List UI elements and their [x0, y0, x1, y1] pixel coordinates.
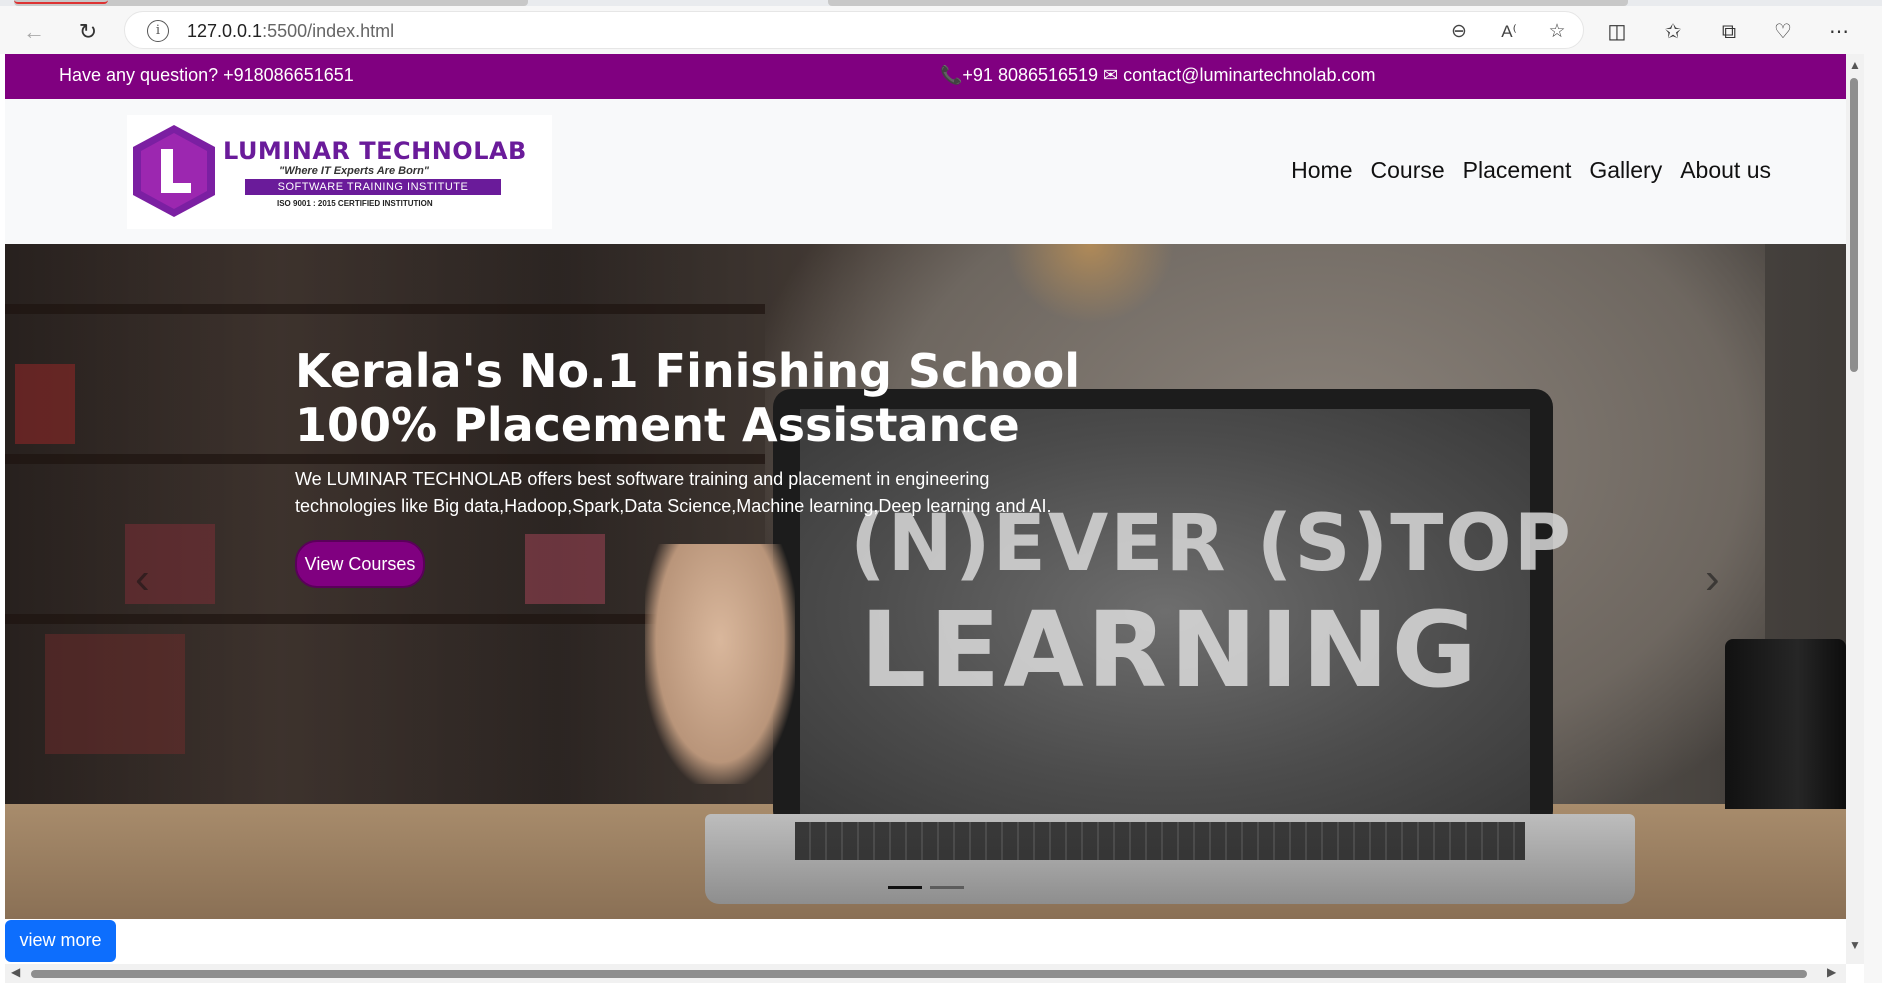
logo-band: SOFTWARE TRAINING INSTITUTE [245, 179, 501, 195]
hero-carousel: (N)EVER (S)TOP LEARNING Kerala's No.1 Fi… [5, 244, 1846, 919]
scroll-left-icon[interactable]: ◀ [11, 965, 20, 979]
url-host: 127.0.0.1 [187, 21, 263, 41]
browser-essentials-icon[interactable]: ♡ [1770, 19, 1796, 45]
browser-toolbar: ← ↻ i 127.0.0.1:5500/index.html ⊖ A⁽ ☆ ◫… [0, 6, 1882, 54]
nav-gallery[interactable]: Gallery [1589, 157, 1662, 184]
back-icon[interactable]: ← [20, 18, 48, 46]
top-contact-bar: Have any question? +918086651651 📞+91 80… [5, 54, 1846, 99]
nav-placement[interactable]: Placement [1463, 157, 1572, 184]
view-more-button[interactable]: view more [5, 920, 116, 962]
book-spines [45, 634, 185, 754]
logo-mark-icon [133, 125, 215, 217]
scroll-right-icon[interactable]: ▶ [1827, 965, 1836, 979]
view-courses-button[interactable]: View Courses [295, 540, 425, 588]
logo-tagline: "Where IT Experts Are Born" [279, 165, 429, 177]
favorites-icon[interactable]: ✩ [1660, 19, 1686, 45]
nav-course[interactable]: Course [1371, 157, 1445, 184]
laptop-keyboard [795, 822, 1525, 860]
student-hair [1005, 244, 1175, 324]
carousel-indicators [888, 886, 964, 889]
hero-title: Kerala's No.1 Finishing School 100% Plac… [295, 344, 1080, 452]
book-spines [525, 534, 605, 604]
vertical-scroll-thumb[interactable] [1850, 78, 1858, 372]
bookshelf [5, 304, 765, 314]
refresh-icon[interactable]: ↻ [74, 18, 102, 46]
address-bar[interactable]: i 127.0.0.1:5500/index.html ⊖ A⁽ ☆ [124, 11, 1584, 49]
question-phone: Have any question? +918086651651 [59, 65, 354, 85]
nav-home[interactable]: Home [1291, 157, 1352, 184]
hero-title-line1: Kerala's No.1 Finishing School [295, 344, 1081, 398]
carousel-prev-icon[interactable]: ‹ [135, 554, 150, 604]
logo-name: LUMINAR TECHNOLAB [223, 137, 527, 165]
url-path: :5500/index.html [262, 21, 395, 41]
nav-menu: Home Course Placement Gallery About us [1291, 157, 1771, 184]
url-text[interactable]: 127.0.0.1:5500/index.html [187, 21, 394, 42]
zoom-out-icon[interactable]: ⊖ [1447, 20, 1471, 44]
main-navbar: LUMINAR TECHNOLAB "Where IT Experts Are … [5, 99, 1846, 244]
collections-icon[interactable]: ⧉ [1716, 19, 1742, 45]
horizontal-scrollbar[interactable]: ◀ ▶ [5, 964, 1846, 983]
read-aloud-icon[interactable]: A⁽ [1497, 20, 1521, 44]
hero-title-line2: 100% Placement Assistance [295, 398, 1020, 452]
vertical-scrollbar[interactable]: ▲ ▼ [1846, 54, 1864, 964]
page-viewport: Have any question? +918086651651 📞+91 80… [5, 54, 1846, 964]
carousel-next-icon[interactable]: › [1705, 554, 1720, 604]
carousel-indicator-active[interactable] [888, 886, 922, 889]
student-hand [645, 544, 795, 784]
sidebar-edge [1864, 54, 1882, 983]
chalk-text-line2: LEARNING [860, 589, 1481, 711]
hero-description: We LUMINAR TECHNOLAB offers best softwar… [295, 469, 1052, 516]
contact-info[interactable]: 📞+91 8086516519 ✉ contact@luminartechnol… [940, 65, 1376, 86]
carousel-indicator[interactable] [930, 886, 964, 889]
scroll-down-icon[interactable]: ▼ [1849, 938, 1861, 952]
logo-iso: ISO 9001 : 2015 CERTIFIED INSTITUTION [277, 199, 433, 208]
nav-about-us[interactable]: About us [1680, 157, 1771, 184]
site-info-icon[interactable]: i [147, 20, 169, 42]
horizontal-scroll-thumb[interactable] [31, 970, 1807, 978]
coffee-cup [1725, 639, 1846, 809]
favorite-star-icon[interactable]: ☆ [1545, 20, 1569, 44]
tab-indicator [14, 0, 108, 4]
scroll-up-icon[interactable]: ▲ [1849, 58, 1861, 72]
more-menu-icon[interactable]: ⋯ [1826, 19, 1852, 45]
split-screen-icon[interactable]: ◫ [1604, 19, 1630, 45]
bookshelf [5, 454, 765, 464]
book-spines [15, 364, 75, 444]
site-logo[interactable]: LUMINAR TECHNOLAB "Where IT Experts Are … [127, 115, 552, 229]
